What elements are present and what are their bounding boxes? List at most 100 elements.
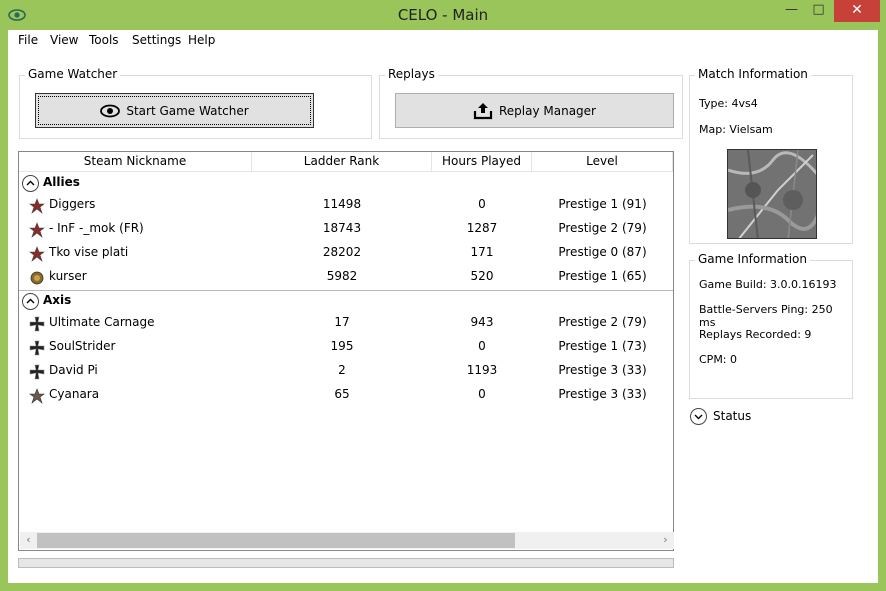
- table-header: Steam Nickname Ladder Rank Hours Played …: [19, 152, 673, 172]
- player-name: SoulStrider: [49, 339, 116, 353]
- status-label: Status: [713, 409, 752, 423]
- scroll-left-icon[interactable]: ‹: [20, 532, 37, 549]
- player-level: Prestige 1 (73): [558, 339, 647, 353]
- start-game-watcher-button[interactable]: Start Game Watcher: [35, 93, 314, 128]
- progress-bar: [18, 558, 674, 568]
- table-row[interactable]: David Pi 2 1193 Prestige 3 (33): [19, 359, 673, 383]
- player-name: Tko vise plati: [49, 245, 129, 259]
- client-area: File View Tools Settings Help Game Watch…: [8, 30, 878, 583]
- column-hours-played[interactable]: Hours Played: [432, 152, 532, 172]
- column-ladder-rank[interactable]: Ladder Rank: [252, 152, 432, 172]
- player-hours: 0: [478, 197, 486, 211]
- british-lion-icon: [30, 271, 44, 285]
- menu-file[interactable]: File: [18, 33, 38, 47]
- menu-view[interactable]: View: [50, 33, 78, 47]
- table-row[interactable]: Cyanara 65 0 Prestige 3 (33): [19, 383, 673, 407]
- map-preview-image: [727, 149, 817, 239]
- players-table[interactable]: Steam Nickname Ladder Rank Hours Played …: [18, 151, 674, 551]
- match-information-group: Match Information Type: 4vs4 Map: Vielsa…: [689, 67, 853, 244]
- scrollbar-thumb[interactable]: [37, 533, 515, 548]
- player-hours: 171: [470, 245, 494, 259]
- game-watcher-group: Game Watcher Start Game Watcher: [19, 67, 372, 139]
- player-name: - InF -_mok (FR): [49, 221, 144, 235]
- player-hours: 0: [478, 339, 486, 353]
- match-information-title: Match Information: [695, 67, 811, 81]
- player-rank: 65: [334, 387, 350, 401]
- start-game-watcher-label: Start Game Watcher: [126, 103, 249, 118]
- group-allies[interactable]: Allies: [19, 174, 673, 192]
- replay-manager-label: Replay Manager: [498, 103, 596, 118]
- player-rank: 28202: [322, 245, 362, 259]
- match-type: Type: 4vs4: [699, 97, 758, 110]
- menu-tools[interactable]: Tools: [89, 33, 119, 47]
- player-rank: 11498: [322, 197, 362, 211]
- player-level: Prestige 3 (33): [558, 363, 647, 377]
- match-map: Map: Vielsam: [699, 123, 773, 136]
- soviet-star-icon: [29, 198, 45, 214]
- upload-icon: [473, 102, 493, 119]
- player-level: Prestige 1 (65): [558, 269, 647, 283]
- player-level: Prestige 3 (33): [558, 387, 647, 401]
- horizontal-scrollbar[interactable]: ‹ ›: [20, 532, 674, 549]
- close-button[interactable]: ✕: [834, 0, 880, 22]
- player-rank: 195: [330, 339, 354, 353]
- group-axis[interactable]: Axis: [19, 292, 673, 310]
- group-divider: [19, 290, 673, 291]
- chevron-down-icon[interactable]: [690, 408, 707, 425]
- player-level: Prestige 0 (87): [558, 245, 647, 259]
- replays-recorded: Replays Recorded: 9: [699, 328, 812, 341]
- chevron-up-icon[interactable]: [22, 293, 39, 310]
- replays-group: Replays Replay Manager: [379, 67, 683, 139]
- replay-manager-button[interactable]: Replay Manager: [395, 93, 674, 128]
- player-rank: 17: [334, 315, 350, 329]
- player-hours: 1287: [466, 221, 498, 235]
- menu-help[interactable]: Help: [188, 33, 215, 47]
- title-bar[interactable]: CELO - Main — □ ✕: [0, 0, 886, 30]
- player-name: Ultimate Carnage: [49, 315, 155, 329]
- map-terrain-icon: [728, 150, 816, 238]
- table-row[interactable]: kurser 5982 520 Prestige 1 (65): [19, 265, 673, 289]
- table-row[interactable]: SoulStrider 195 0 Prestige 1 (73): [19, 335, 673, 359]
- player-hours: 1193: [466, 363, 498, 377]
- chevron-up-icon[interactable]: [22, 175, 39, 192]
- column-steam-nickname[interactable]: Steam Nickname: [19, 152, 252, 172]
- player-rank: 18743: [322, 221, 362, 235]
- replays-title: Replays: [385, 67, 438, 81]
- maximize-button[interactable]: □: [805, 0, 832, 22]
- cpm-value: CPM: 0: [699, 353, 738, 366]
- okw-star-icon: [29, 388, 45, 404]
- table-row[interactable]: Diggers 11498 0 Prestige 1 (91): [19, 193, 673, 217]
- game-information-title: Game Information: [695, 252, 811, 266]
- player-rank: 5982: [326, 269, 358, 283]
- game-build: Game Build: 3.0.0.16193: [699, 278, 837, 291]
- scroll-right-icon[interactable]: ›: [657, 532, 674, 549]
- player-name: Diggers: [49, 197, 96, 211]
- group-name: Allies: [43, 175, 80, 189]
- soviet-star-icon: [29, 222, 45, 238]
- player-rank: 2: [338, 363, 346, 377]
- eye-icon: [100, 104, 121, 117]
- player-hours: 943: [470, 315, 494, 329]
- table-row[interactable]: Tko vise plati 28202 171 Prestige 0 (87): [19, 241, 673, 265]
- main-window: CELO - Main — □ ✕ File View Tools Settin…: [0, 0, 886, 591]
- player-name: David Pi: [49, 363, 98, 377]
- iron-cross-icon: [29, 340, 45, 356]
- window-title: CELO - Main: [397, 6, 489, 24]
- player-level: Prestige 1 (91): [558, 197, 647, 211]
- player-hours: 520: [470, 269, 494, 283]
- menu-settings[interactable]: Settings: [132, 33, 181, 47]
- battle-servers-ping: Battle-Servers Ping: 250 ms: [699, 303, 833, 329]
- table-row[interactable]: Ultimate Carnage 17 943 Prestige 2 (79): [19, 311, 673, 335]
- iron-cross-icon: [29, 364, 45, 380]
- player-name: Cyanara: [49, 387, 100, 401]
- group-name: Axis: [43, 293, 72, 307]
- table-row[interactable]: - InF -_mok (FR) 18743 1287 Prestige 2 (…: [19, 217, 673, 241]
- game-information-group: Game Information Game Build: 3.0.0.16193…: [689, 252, 853, 399]
- iron-cross-icon: [29, 316, 45, 332]
- player-hours: 0: [478, 387, 486, 401]
- minimize-button[interactable]: —: [778, 0, 805, 22]
- column-level[interactable]: Level: [532, 152, 673, 172]
- player-level: Prestige 2 (79): [558, 221, 647, 235]
- game-watcher-title: Game Watcher: [25, 67, 121, 81]
- player-level: Prestige 2 (79): [558, 315, 647, 329]
